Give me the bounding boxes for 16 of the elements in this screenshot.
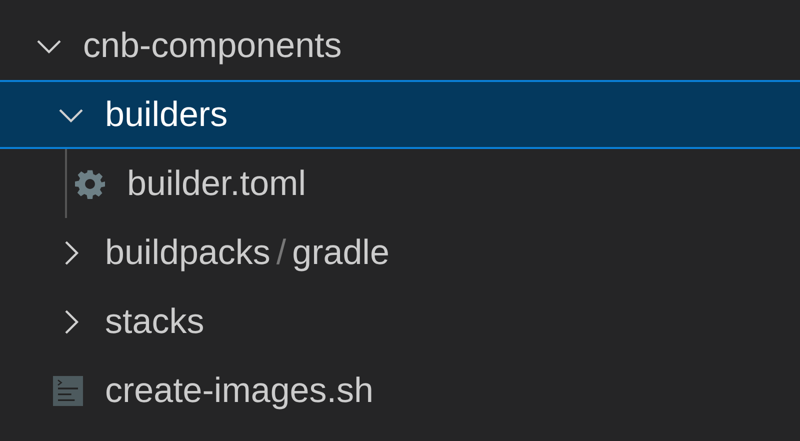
folder-row[interactable]: cnb-components bbox=[0, 11, 800, 80]
file-name: create-images.sh bbox=[105, 370, 374, 412]
file-name: builder.toml bbox=[127, 162, 306, 204]
folder-row[interactable]: buildpacks / gradle bbox=[0, 218, 800, 287]
gear-icon bbox=[75, 168, 105, 198]
file-row[interactable]: builder.toml bbox=[0, 149, 800, 218]
folder-name[interactable]: buildpacks bbox=[105, 232, 270, 274]
folder-name[interactable]: gradle bbox=[292, 232, 390, 274]
text-file-icon bbox=[53, 376, 83, 406]
folder-row[interactable]: builders bbox=[0, 80, 800, 149]
folder-row[interactable]: stacks bbox=[0, 287, 800, 356]
folder-name: builders bbox=[105, 94, 228, 136]
file-row[interactable]: create-images.sh bbox=[0, 356, 800, 425]
path-separator: / bbox=[276, 232, 286, 272]
folder-name: stacks bbox=[105, 300, 204, 342]
folder-name: cnb-components bbox=[83, 24, 342, 66]
